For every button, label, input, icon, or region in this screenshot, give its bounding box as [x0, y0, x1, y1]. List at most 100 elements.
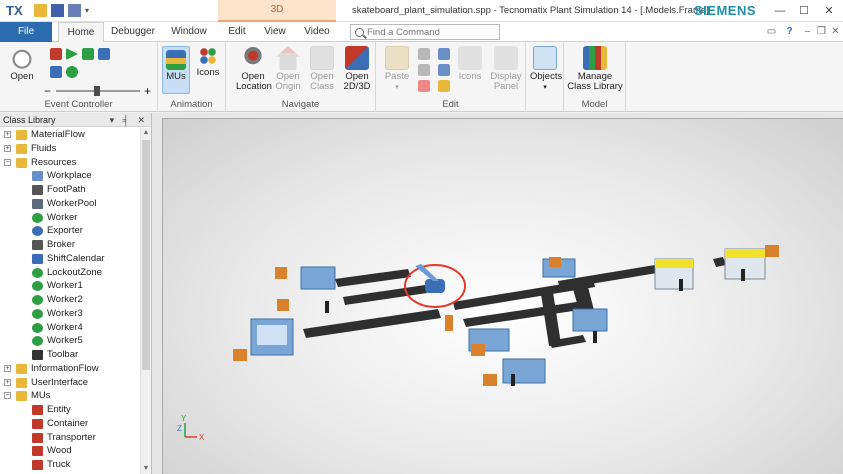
start-icon[interactable] [66, 48, 78, 60]
cut-icon[interactable] [418, 48, 430, 60]
expand-icon[interactable]: + [4, 364, 11, 372]
tree-item[interactable]: Worker3 [0, 307, 140, 321]
contextual-tab-3d[interactable]: 3D [218, 0, 336, 22]
panel-header-buttons[interactable]: ▾ ╡ ✕ [110, 113, 148, 127]
expand-icon[interactable]: + [4, 378, 11, 386]
tab-video[interactable]: Video [298, 22, 336, 42]
tree-item[interactable]: − Resources [0, 156, 140, 170]
tree-item[interactable]: Broker [0, 238, 140, 252]
collapse-icon[interactable]: − [4, 158, 11, 166]
copy-icon[interactable] [418, 64, 430, 76]
conveyor-far-right[interactable] [713, 257, 726, 267]
child-minimize-icon[interactable]: – [800, 24, 815, 39]
tree-item[interactable]: Entity [0, 403, 140, 417]
quick-save-as-icon[interactable] [68, 4, 81, 17]
expand-icon[interactable]: + [4, 131, 11, 138]
class-library-scrollbar[interactable]: ▲ ▼ [140, 128, 151, 474]
child-restore-icon[interactable]: ❐ [814, 24, 829, 39]
tree-item[interactable]: − MUs [0, 389, 140, 403]
worker-figure-2[interactable] [511, 374, 515, 386]
tree-item[interactable]: Truck [0, 458, 140, 472]
tree-item[interactable]: WorkerPool [0, 197, 140, 211]
objects-button[interactable]: Objects ▾ [530, 46, 562, 93]
pallet-1[interactable] [275, 267, 287, 279]
minimize-button[interactable]: — [768, 0, 792, 22]
tree-item[interactable]: + InformationFlow [0, 362, 140, 376]
conveyor-down-branch[interactable] [541, 292, 561, 346]
tab-home[interactable]: Home [58, 22, 104, 43]
pallet-5[interactable] [483, 374, 497, 386]
child-close-icon[interactable]: ✕ [828, 24, 843, 39]
edit-icons-button[interactable]: Icons [456, 46, 484, 82]
pallet-7[interactable] [765, 245, 779, 257]
tree-item[interactable]: Worker4 [0, 321, 140, 335]
quick-open-icon[interactable] [34, 4, 47, 17]
eraser-icon[interactable] [438, 80, 450, 92]
display-panel-button[interactable]: Display Panel [488, 46, 524, 92]
yellow-stations[interactable] [654, 248, 766, 290]
tree-item[interactable]: FootPath [0, 183, 140, 197]
icons-toggle-button[interactable]: Icons [194, 46, 222, 78]
open-location-button[interactable]: Open Location [236, 46, 272, 92]
tree-item[interactable]: Worker2 [0, 293, 140, 307]
mus-toggle-button[interactable]: MUs [162, 46, 190, 94]
scroll-thumb[interactable] [142, 140, 150, 370]
tab-view[interactable]: View [258, 22, 292, 42]
open-2d3d-button[interactable]: Open 2D/3D [340, 46, 374, 92]
open-origin-button[interactable]: Open Origin [274, 46, 302, 92]
tab-debugger[interactable]: Debugger [108, 22, 158, 42]
maximize-button[interactable]: ☐ [792, 0, 816, 22]
tree-item[interactable]: Worker1 [0, 279, 140, 293]
paste-button[interactable]: Paste ▾ [382, 46, 412, 93]
tree-item[interactable]: Toolbar [0, 348, 140, 362]
reset-icon[interactable] [50, 48, 62, 60]
worker-figure-3[interactable] [593, 331, 597, 343]
worker-figure-4[interactable] [679, 279, 683, 291]
tree-item[interactable]: Wood [0, 444, 140, 458]
worker-figure-1[interactable] [325, 301, 329, 313]
tree-item[interactable]: + MaterialFlow [0, 128, 140, 142]
step-icon[interactable] [82, 48, 94, 60]
open-button[interactable]: Open [6, 46, 38, 82]
worker-figure-5[interactable] [741, 269, 745, 281]
tree-item[interactable]: Exporter [0, 224, 140, 238]
pallet-6[interactable] [549, 257, 561, 267]
tree-item[interactable]: Worker5 [0, 334, 140, 348]
restore-ribbon-icon[interactable]: ▭ [764, 24, 779, 39]
conveyor-left-lower[interactable] [303, 309, 441, 338]
pallet-2[interactable] [277, 299, 289, 311]
slower-icon[interactable]: − [44, 85, 51, 97]
tree-item[interactable]: LockoutZone [0, 266, 140, 280]
tab-file[interactable]: File [0, 22, 52, 42]
tree-item[interactable]: Workplace [0, 169, 140, 183]
station-bottom[interactable] [502, 358, 546, 384]
command-search-box[interactable] [350, 24, 500, 40]
select-icon[interactable] [438, 64, 450, 76]
tab-edit[interactable]: Edit [220, 22, 254, 42]
tree-item[interactable]: Transporter [0, 431, 140, 445]
tree-item[interactable]: Container [0, 417, 140, 431]
robot-base[interactable] [425, 279, 445, 293]
conveyor-left-upper[interactable] [335, 269, 411, 287]
plant-layout-3d[interactable]: Z Y X [163, 119, 843, 474]
tree-item[interactable]: ShiftCalendar [0, 252, 140, 266]
delete-icon[interactable] [418, 80, 430, 92]
timeline-icon[interactable] [50, 66, 62, 78]
tree-item[interactable]: + Fluids [0, 142, 140, 156]
quick-access-dropdown-icon[interactable]: ▾ [85, 4, 93, 17]
close-button[interactable]: ✕ [817, 0, 841, 22]
fast-forward-icon[interactable] [98, 48, 110, 60]
pallet-3[interactable] [233, 349, 247, 361]
tab-window[interactable]: Window [164, 22, 214, 42]
manage-class-library-button[interactable]: Manage Class Library [566, 46, 624, 92]
command-search-input[interactable] [367, 26, 492, 38]
collapse-icon[interactable]: − [4, 392, 11, 400]
station-right-lower[interactable] [572, 308, 608, 332]
station-top-left[interactable] [300, 266, 336, 290]
scroll-down-icon[interactable]: ▼ [141, 464, 151, 474]
scroll-up-icon[interactable]: ▲ [141, 128, 151, 138]
faster-icon[interactable]: + [144, 85, 151, 97]
open-class-button[interactable]: Open Class [308, 46, 336, 92]
quick-save-icon[interactable] [51, 4, 64, 17]
pallet-4[interactable] [471, 344, 485, 356]
